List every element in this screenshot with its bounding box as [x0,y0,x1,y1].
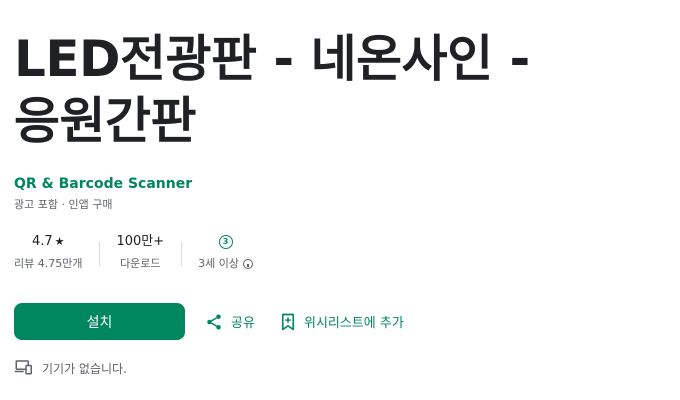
rating-stat[interactable]: 4.7 ★ 리뷰 4.75만개 [0,232,99,272]
downloads-label: 다운로드 [120,257,161,270]
info-icon[interactable] [243,259,253,269]
devices-icon [14,359,32,378]
age-rating-label: 3세 이상 [198,257,239,270]
share-icon [205,313,223,331]
share-label: 공유 [231,316,255,331]
install-button[interactable]: 설치 [14,303,185,340]
app-meta-info: 광고 포함 · 인앱 구매 [14,198,113,211]
app-details-page: LED전광판 - 네온사인 - 응원간판 QR & Barcode Scanne… [0,0,680,400]
rating-value: 4.7 [31,234,53,249]
wishlist-label: 위시리스트에 추가 [304,316,404,331]
app-stats: 4.7 ★ 리뷰 4.75만개 100만+ 다운로드 3 3세 이상 [0,232,270,272]
add-to-wishlist-button[interactable]: 위시리스트에 추가 [280,303,404,340]
rating-label: 리뷰 4.75만개 [14,257,83,270]
age-rating-badge-icon: 3 [218,235,233,249]
app-title-line-1: LED전광판 - 네온사인 - [14,30,530,88]
bookmark-add-icon [280,313,296,331]
app-title: LED전광판 - 네온사인 - 응원간판 [14,28,654,152]
developer-link[interactable]: QR & Barcode Scanner [14,176,192,192]
device-availability: 기기가 없습니다. [14,359,127,378]
no-devices-message: 기기가 없습니다. [42,362,127,376]
content-rating-stat[interactable]: 3 3세 이상 [181,232,270,272]
downloads-value: 100만+ [116,234,165,249]
star-icon: ★ [54,235,65,248]
app-title-line-2: 응원간판 [14,92,197,150]
downloads-stat: 100만+ 다운로드 [99,232,181,272]
share-button[interactable]: 공유 [205,303,255,340]
